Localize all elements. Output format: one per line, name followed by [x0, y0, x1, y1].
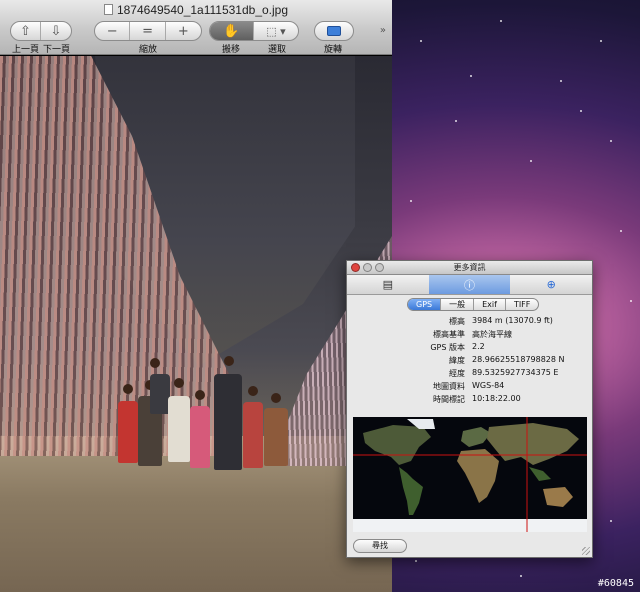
rotate-icon	[327, 26, 341, 36]
tab-general[interactable]: 一般	[441, 299, 475, 310]
move-tool-button[interactable]: ✋	[210, 22, 255, 40]
marquee-select-icon: ⬚ ▾	[266, 24, 286, 38]
tab-tiff[interactable]: TIFF	[506, 299, 538, 310]
more-info-tab[interactable]: ⓘ	[428, 275, 511, 294]
info-value: 高於海平線	[472, 330, 512, 339]
info-value: 28.96625518798828 N	[472, 355, 565, 364]
zoom-out-button[interactable]: −	[95, 22, 131, 40]
watermark: #60845	[597, 578, 634, 589]
info-value: WGS-84	[472, 381, 505, 390]
select-label: 選取	[268, 45, 287, 55]
metadata-tabs: GPS 一般 Exif TIFF	[407, 298, 540, 311]
rotate-label: 旋轉	[324, 45, 343, 55]
prev-page-button[interactable]: ⇧	[11, 22, 42, 40]
info-row: 經度 89.5325927734375 E	[347, 368, 592, 381]
arrow-up-icon: ⇧	[20, 23, 31, 39]
search-icon: ⊕	[546, 278, 556, 291]
preview-titlebar: 1874649540_1a111531db_o.jpg ⇧ ⇩ 上一頁 下一頁 …	[0, 0, 392, 55]
info-key: GPS 版本	[430, 343, 465, 352]
select-tool-button[interactable]: ⬚ ▾	[254, 22, 298, 40]
tab-exif[interactable]: Exif	[474, 299, 506, 310]
world-map[interactable]	[353, 417, 587, 532]
info-row: 地圖資料 WGS-84	[347, 381, 592, 394]
info-key: 經度	[449, 369, 465, 378]
document-icon	[103, 4, 113, 15]
resize-grip[interactable]	[582, 547, 590, 555]
info-key: 時間標記	[433, 395, 465, 404]
panel-toolbar: ▤ ⓘ ⊕	[347, 275, 592, 295]
info-key: 標高基準	[433, 330, 465, 339]
arrow-down-icon: ⇩	[50, 23, 62, 39]
general-info-tab[interactable]: ▤	[347, 275, 429, 294]
tab-gps[interactable]: GPS	[408, 299, 442, 310]
info-row: 時間標記 10:18:22.00	[347, 394, 592, 407]
info-row: 緯度 28.96625518798828 N	[347, 355, 592, 368]
window-title-text: 1874649540_1a111531db_o.jpg	[116, 3, 289, 17]
next-page-button[interactable]: ⇩	[41, 22, 71, 40]
info-value: 2.2	[472, 342, 485, 351]
info-key: 緯度	[449, 356, 465, 365]
find-button[interactable]: 尋找	[353, 539, 407, 553]
info-row: 標高 3984 m (13070.9 ft)	[347, 316, 592, 329]
toolbar-overflow-icon[interactable]: »	[380, 25, 386, 36]
zoom-label: 縮放	[139, 45, 158, 55]
prev-page-label: 上一頁	[12, 45, 40, 55]
preview-window: 1874649540_1a111531db_o.jpg ⇧ ⇩ 上一頁 下一頁 …	[0, 0, 392, 592]
info-key: 標高	[449, 317, 465, 326]
info-row: 標高基準 高於海平線	[347, 329, 592, 342]
minus-icon: −	[106, 23, 118, 39]
tool-mode-group: ✋ ⬚ ▾	[209, 21, 299, 41]
actual-size-button[interactable]: =	[130, 22, 166, 40]
info-icon: ⓘ	[464, 278, 475, 292]
info-value: 10:18:22.00	[472, 394, 521, 403]
equals-icon: =	[142, 23, 153, 39]
plus-icon: +	[177, 23, 189, 39]
info-row: GPS 版本 2.2	[347, 342, 592, 355]
panel-title: 更多資訊	[453, 263, 486, 272]
next-page-label: 下一頁	[43, 45, 71, 55]
document-info-icon: ▤	[382, 278, 394, 291]
keywords-tab[interactable]: ⊕	[510, 275, 592, 294]
window-title: 1874649540_1a111531db_o.jpg	[0, 3, 392, 17]
info-value: 3984 m (13070.9 ft)	[472, 316, 553, 325]
zoom-group: − = +	[94, 21, 202, 41]
page-nav-group: ⇧ ⇩	[10, 21, 72, 41]
info-key: 地圖資料	[433, 382, 465, 391]
info-value: 89.5325927734375 E	[472, 368, 559, 377]
world-map-graphic	[353, 417, 587, 532]
photo-canvas[interactable]	[0, 56, 392, 592]
more-info-panel: 更多資訊 ▤ ⓘ ⊕ GPS 一般 Exif TIFF 標高 3984 m (13…	[346, 260, 593, 558]
hand-icon: ✋	[223, 23, 240, 39]
gps-info-list: 標高 3984 m (13070.9 ft) 標高基準 高於海平線 GPS 版本 2.…	[347, 316, 592, 407]
rotate-button[interactable]	[315, 22, 353, 40]
panel-titlebar: 更多資訊	[347, 261, 592, 275]
zoom-in-button[interactable]: +	[166, 22, 201, 40]
move-label: 搬移	[222, 45, 241, 55]
rotate-group	[314, 21, 354, 41]
